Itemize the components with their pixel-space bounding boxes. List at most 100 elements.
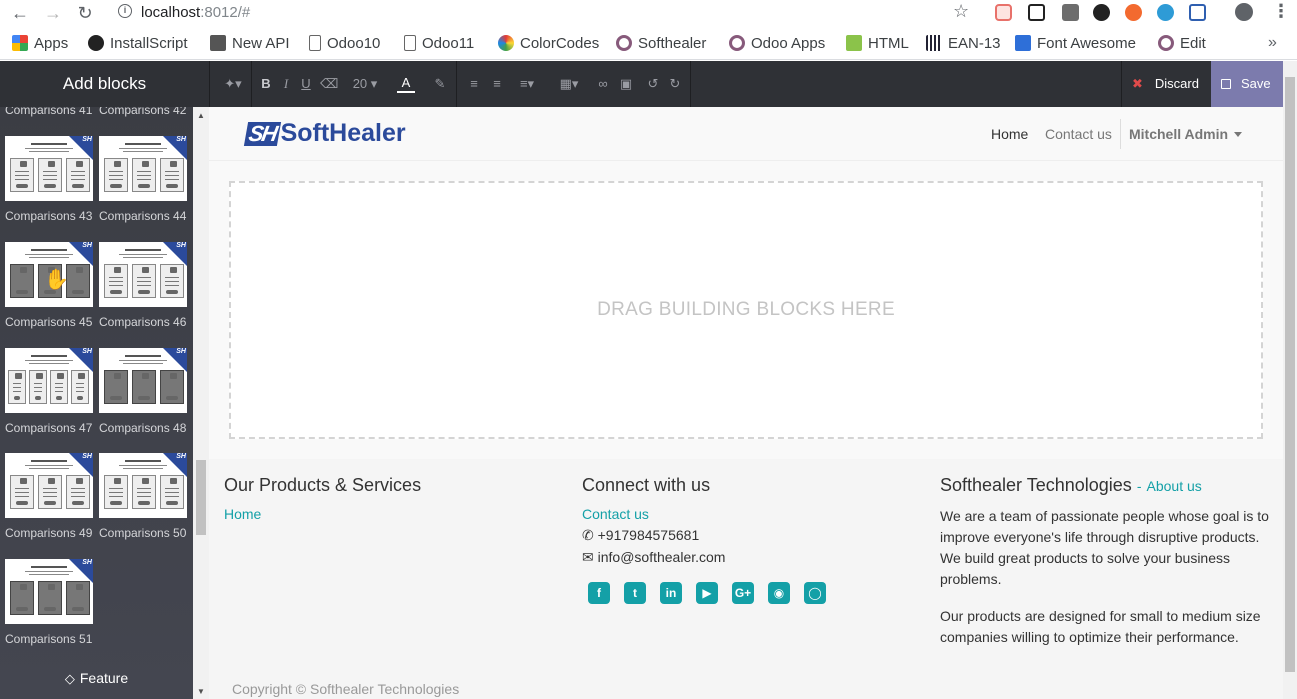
- eraser-icon[interactable]: ⌫: [320, 75, 338, 93]
- bookmark-odoo10[interactable]: Odoo10: [309, 35, 380, 53]
- save-button[interactable]: Save: [1211, 61, 1283, 107]
- youtube-icon[interactable]: ▶: [696, 582, 718, 604]
- bookmark-ean13[interactable]: EAN-13: [926, 35, 1001, 53]
- extension-icon-grid[interactable]: [1189, 4, 1206, 21]
- snippet-thumbnail[interactable]: SH: [99, 348, 187, 413]
- site-info-icon[interactable]: i: [118, 4, 132, 18]
- barcode-icon: [926, 35, 942, 51]
- snippet-thumbnail[interactable]: SH: [5, 136, 93, 201]
- footer-home-link[interactable]: Home: [224, 506, 421, 522]
- thumb-text-line: [109, 387, 123, 388]
- site-logo[interactable]: SH SoftHealer: [243, 119, 406, 149]
- thumb-column: [10, 581, 34, 615]
- bookmark-font-awesome[interactable]: Font Awesome: [1015, 35, 1136, 53]
- back-arrow-icon[interactable]: ←: [9, 2, 31, 24]
- image-icon[interactable]: ▣: [618, 75, 634, 93]
- snippet-thumbnail[interactable]: SH: [99, 242, 187, 307]
- facebook-icon[interactable]: f: [588, 582, 610, 604]
- discard-button[interactable]: ✖ Discard: [1122, 61, 1211, 107]
- snippets-panel-scrollbar[interactable]: ▲ ▼: [193, 107, 209, 699]
- bookmark-star-icon[interactable]: ☆: [953, 1, 969, 22]
- thumb-text-line: [109, 391, 123, 392]
- table-icon[interactable]: ▦▾: [555, 75, 583, 93]
- bookmark-html[interactable]: HTML: [846, 35, 909, 53]
- github-icon[interactable]: ◉: [768, 582, 790, 604]
- scrollbar-thumb[interactable]: [196, 460, 206, 535]
- brush-icon[interactable]: ✎: [432, 75, 448, 93]
- page-scrollbar[interactable]: [1283, 61, 1297, 699]
- thumb-text-line: [15, 179, 29, 180]
- bookmark-edit[interactable]: Edit: [1158, 35, 1206, 53]
- thumb-icon: [48, 478, 55, 484]
- menu-contact-us[interactable]: Contact us: [1045, 126, 1112, 142]
- profile-avatar-icon[interactable]: [1235, 3, 1253, 21]
- bookmark-label: Softhealer: [638, 35, 707, 52]
- bookmarks-overflow-icon[interactable]: »: [1268, 34, 1277, 52]
- google-plus-icon[interactable]: G+: [732, 582, 754, 604]
- address-bar[interactable]: localhost:8012/#: [141, 4, 250, 21]
- align-dropdown-icon[interactable]: ≡▾: [512, 75, 542, 93]
- reload-icon[interactable]: ↻: [74, 2, 96, 24]
- badge-text: SH: [82, 453, 92, 460]
- thumb-text-line: [165, 277, 179, 278]
- bookmark-new-api[interactable]: New API: [210, 35, 290, 53]
- underline-icon[interactable]: U: [299, 75, 313, 93]
- font-size-dropdown[interactable]: 20 ▾: [350, 75, 380, 93]
- caret-down-icon: [1234, 132, 1243, 137]
- thumb-text-line: [71, 602, 85, 603]
- extension-icon-tools[interactable]: [1062, 4, 1079, 21]
- heading-line: [125, 249, 161, 251]
- twitter-icon[interactable]: t: [624, 582, 646, 604]
- footer-about-link[interactable]: About us: [1147, 478, 1202, 494]
- menu-home[interactable]: Home: [991, 126, 1028, 142]
- snippet-thumbnail[interactable]: SH: [5, 348, 93, 413]
- floppy-disk-icon: [1221, 79, 1231, 89]
- scroll-down-arrow-icon[interactable]: ▼: [197, 687, 205, 696]
- link-icon[interactable]: ∞: [595, 75, 611, 93]
- extension-icon-orange[interactable]: [1125, 4, 1142, 21]
- italic-icon[interactable]: I: [280, 75, 292, 93]
- snippet-label: Comparisons 44: [99, 209, 187, 223]
- snippet-thumbnail[interactable]: SH: [5, 453, 93, 518]
- bookmark-odoo11[interactable]: Odoo11: [404, 35, 474, 53]
- extension-icon-notion[interactable]: [1028, 4, 1045, 21]
- extension-icon-dark[interactable]: [1093, 4, 1110, 21]
- extension-icon-1[interactable]: [995, 4, 1012, 21]
- footer-contact-link[interactable]: Contact us: [582, 506, 840, 522]
- bookmark-softhealer[interactable]: Softhealer: [616, 35, 706, 53]
- linkedin-icon[interactable]: in: [660, 582, 682, 604]
- building-blocks-dropzone[interactable]: DRAG BUILDING BLOCKS HERE: [229, 181, 1263, 439]
- instagram-icon[interactable]: ◯: [804, 582, 826, 604]
- extension-icon-globe[interactable]: [1157, 4, 1174, 21]
- page-scrollbar-thumb[interactable]: [1285, 77, 1295, 672]
- snippet-category-feature[interactable]: ◇ Feature: [0, 670, 193, 687]
- thumb-text-line: [137, 179, 151, 180]
- heading-line: [125, 460, 161, 462]
- subheading-line: [29, 257, 69, 258]
- bullet-list-icon[interactable]: ≡: [466, 75, 482, 93]
- undo-icon[interactable]: ↺: [645, 75, 661, 93]
- text-color-icon[interactable]: A: [397, 75, 415, 93]
- bookmark-installscript[interactable]: InstallScript: [88, 35, 188, 53]
- redo-icon[interactable]: ↻: [667, 75, 683, 93]
- magic-wand-icon[interactable]: ✦▾: [220, 75, 246, 93]
- browser-menu-icon[interactable]: ⋮: [1272, 1, 1290, 22]
- numbered-list-icon[interactable]: ≡: [489, 75, 505, 93]
- bookmark-colorcodes[interactable]: ColorCodes: [498, 35, 599, 53]
- thumb-column: [66, 475, 90, 509]
- snippet-thumbnail[interactable]: SH: [5, 559, 93, 624]
- snippet-thumbnail[interactable]: SH: [99, 453, 187, 518]
- user-menu-dropdown[interactable]: Mitchell Admin: [1129, 126, 1243, 142]
- toolbar-separator: [456, 61, 457, 107]
- scroll-up-arrow-icon[interactable]: ▲: [197, 111, 205, 120]
- forward-arrow-icon[interactable]: →: [42, 2, 64, 24]
- thumb-column: [104, 370, 128, 404]
- snippet-thumbnail[interactable]: SH: [99, 136, 187, 201]
- bookmark-odoo-apps[interactable]: Odoo Apps: [729, 35, 825, 53]
- thumb-text-line: [137, 383, 151, 384]
- bookmark-apps[interactable]: Apps: [12, 35, 68, 53]
- heading-line: [125, 143, 161, 145]
- thumb-text-line: [109, 496, 123, 497]
- logo-mark: SH: [243, 121, 281, 146]
- bold-icon[interactable]: B: [259, 75, 273, 93]
